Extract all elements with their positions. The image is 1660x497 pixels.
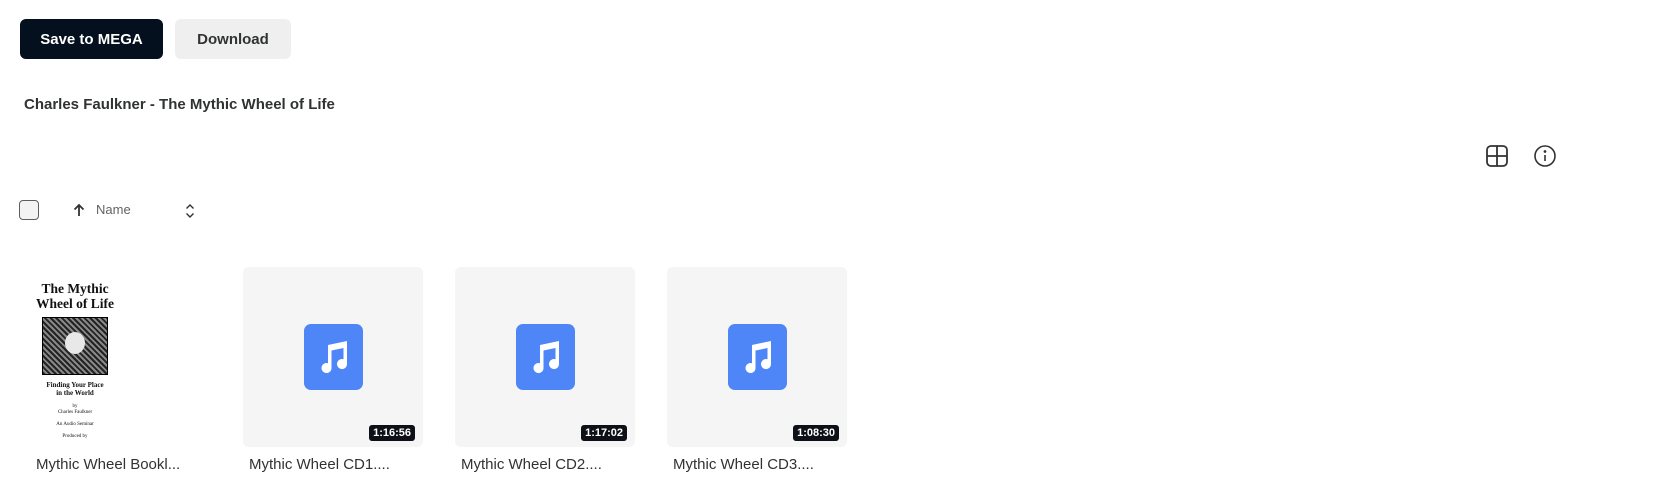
cover-produced: Produced by [62, 434, 88, 439]
duration-badge: 1:16:56 [369, 425, 415, 441]
booklet-thumbnail: The Mythic Wheel of Life Finding Your Pla… [30, 267, 210, 447]
audio-thumbnail: 1:17:02 [455, 267, 635, 447]
booklet-cover-image: The Mythic Wheel of Life Finding Your Pla… [30, 267, 120, 447]
file-browser-page: Save to MEGA Download Charles Faulkner -… [0, 0, 1660, 497]
sort-ascending-arrow-icon[interactable] [71, 202, 87, 218]
music-note-icon [304, 324, 363, 390]
audio-thumbnail: 1:16:56 [243, 267, 423, 447]
file-name: Mythic Wheel CD1.... [249, 456, 390, 473]
sort-by-name-label[interactable]: Name [96, 202, 131, 217]
duration-badge: 1:17:02 [581, 425, 627, 441]
toolbar: Save to MEGA Download [20, 19, 291, 59]
file-name: Mythic Wheel CD2.... [461, 456, 602, 473]
file-name: Mythic Wheel Bookl... [36, 456, 181, 473]
info-icon[interactable] [1531, 142, 1559, 170]
sort-toggle-chevrons-icon[interactable] [183, 202, 197, 220]
duration-badge: 1:08:30 [793, 425, 839, 441]
cover-title-line: Wheel of Life [36, 296, 114, 311]
file-tile[interactable]: 1:16:56 Mythic Wheel CD1.... [243, 267, 423, 473]
file-tile[interactable]: 1:17:02 Mythic Wheel CD2.... [455, 267, 635, 473]
cover-title-line: The Mythic [41, 281, 109, 296]
audio-thumbnail: 1:08:30 [667, 267, 847, 447]
cover-subtitle-line: in the World [56, 389, 94, 397]
select-all-checkbox[interactable] [19, 200, 39, 220]
music-note-icon [728, 324, 787, 390]
file-tile[interactable]: The Mythic Wheel of Life Finding Your Pla… [30, 267, 210, 473]
cover-format: An Audio Seminar [56, 422, 94, 427]
save-to-mega-button[interactable]: Save to MEGA [20, 19, 163, 59]
grid-view-icon[interactable] [1483, 142, 1511, 170]
file-name: Mythic Wheel CD3.... [673, 456, 814, 473]
cover-author: Charles Faulkner [57, 410, 93, 415]
download-button[interactable]: Download [175, 19, 291, 59]
music-note-icon [516, 324, 575, 390]
folder-title: Charles Faulkner - The Mythic Wheel of L… [24, 96, 335, 113]
cover-subtitle-line: Finding Your Place [46, 381, 104, 389]
sort-header: Name [19, 200, 219, 222]
file-tile[interactable]: 1:08:30 Mythic Wheel CD3.... [667, 267, 847, 473]
cover-artwork [42, 317, 108, 375]
